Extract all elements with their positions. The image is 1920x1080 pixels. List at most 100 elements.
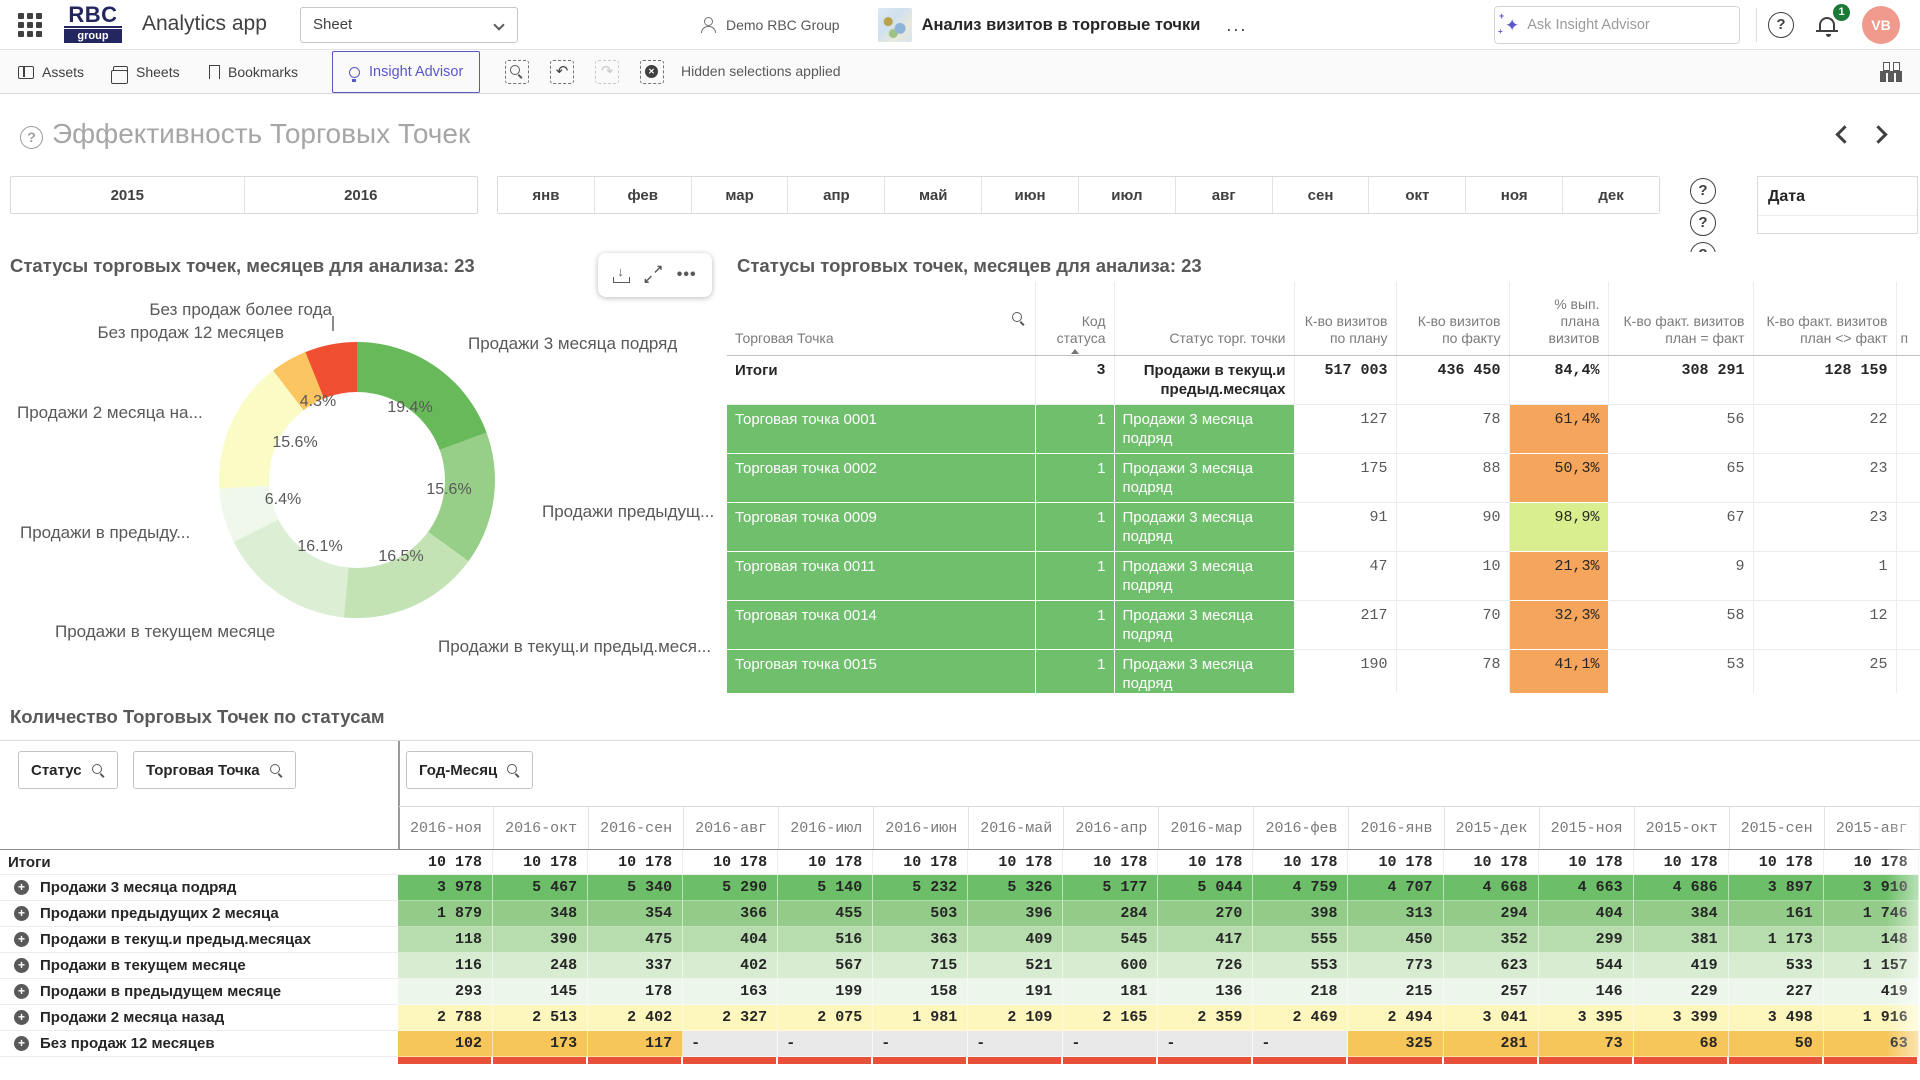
search-icon[interactable]	[507, 764, 520, 777]
table-cell-name[interactable]: Торговая точка 0002	[727, 453, 1035, 502]
expand-row-icon[interactable]: +	[14, 1036, 29, 1051]
table-cell-name[interactable]: Торговая точка 0015	[727, 649, 1035, 693]
pivot-row-label[interactable]: +Продажи 3 месяца подряд	[0, 875, 398, 901]
ask-insight-advisor-input[interactable]	[1527, 17, 1697, 33]
pivot-col-header-5[interactable]: 2016-июн	[874, 807, 969, 849]
pivot-col-header-9[interactable]: 2016-фев	[1254, 807, 1349, 849]
date-listbox[interactable]: Дата	[1757, 176, 1918, 234]
pivot-col-header-6[interactable]: 2016-май	[969, 807, 1064, 849]
sheet-help-icon[interactable]: ?	[20, 126, 43, 149]
pivot-row-label[interactable]: +Продажи в текущем месяце	[0, 953, 398, 979]
table-cell-code[interactable]: 1	[1035, 649, 1114, 693]
month-filter-8[interactable]: авг	[1176, 177, 1273, 213]
table-col-header-5[interactable]: % вып. плана визитов	[1509, 282, 1608, 355]
clear-selections-button[interactable]: ✕	[640, 60, 664, 84]
pivot-row-label[interactable]: +Продажи 2 месяца назад	[0, 1005, 398, 1031]
month-filter-7[interactable]: июл	[1079, 177, 1176, 213]
month-filter-10[interactable]: окт	[1369, 177, 1466, 213]
table-cell-status[interactable]: Продажи 3 месяца подряд	[1114, 502, 1294, 551]
month-filter-11[interactable]: ноя	[1466, 177, 1563, 213]
avatar[interactable]: VB	[1862, 6, 1900, 44]
app-grid-menu-icon[interactable]	[18, 13, 42, 37]
month-filter-4[interactable]: апр	[788, 177, 885, 213]
expand-icon[interactable]	[644, 266, 662, 284]
pivot-col-header-14[interactable]: 2015-сен	[1730, 807, 1825, 849]
pivot-col-header-4[interactable]: 2016-июл	[779, 807, 874, 849]
table-cell-name[interactable]: Торговая точка 0014	[727, 600, 1035, 649]
table-col-header-7[interactable]: К-во факт. визитов план <> факт	[1753, 282, 1896, 355]
space-label[interactable]: Demo RBC Group	[726, 17, 840, 33]
table-cell-name[interactable]: Торговая точка 0011	[727, 551, 1035, 600]
month-filter-9[interactable]: сен	[1273, 177, 1370, 213]
ask-insight-advisor-box[interactable]: ✦	[1494, 6, 1740, 44]
table-cell-status[interactable]: Продажи 3 месяца подряд	[1114, 649, 1294, 693]
month-filter-1[interactable]: янв	[498, 177, 595, 213]
sheet-grid-view-icon[interactable]	[1880, 62, 1902, 82]
filter-help-icon-2[interactable]: ?	[1690, 210, 1716, 236]
step-back-button[interactable]: ↶	[550, 60, 574, 84]
filter-help-icon-1[interactable]: ?	[1690, 178, 1716, 204]
month-filter-6[interactable]: июн	[982, 177, 1079, 213]
table-col-header-0[interactable]: Торговая Точка	[727, 282, 1035, 355]
month-filter-2[interactable]: фев	[595, 177, 692, 213]
expand-row-icon[interactable]: +	[14, 906, 29, 921]
table-col-header-8[interactable]: п	[1896, 282, 1920, 355]
expand-row-icon[interactable]: +	[14, 932, 29, 947]
table-col-header-3[interactable]: К-во визитов по плану	[1294, 282, 1396, 355]
next-sheet-button[interactable]	[1869, 125, 1887, 143]
table-col-header-6[interactable]: К-во факт. визитов план = факт	[1608, 282, 1753, 355]
pivot-dim-button-1[interactable]: Торговая Точка	[133, 751, 296, 789]
pivot-row-label[interactable]: +Продажи в текущ.и предыд.месяцах	[0, 927, 398, 953]
search-icon[interactable]	[1012, 312, 1025, 325]
pivot-col-header-11[interactable]: 2015-дек	[1445, 807, 1540, 849]
step-forward-button[interactable]: ↷	[595, 60, 619, 84]
expand-row-icon[interactable]: +	[14, 880, 29, 895]
month-filter-12[interactable]: дек	[1563, 177, 1659, 213]
table-cell-status[interactable]: Продажи 3 месяца подряд	[1114, 600, 1294, 649]
table-cell-status[interactable]: Продажи 3 месяца подряд	[1114, 453, 1294, 502]
table-cell-status[interactable]: Продажи 3 месяца подряд	[1114, 551, 1294, 600]
table-cell-code[interactable]: 1	[1035, 453, 1114, 502]
pivot-col-header-12[interactable]: 2015-ноя	[1540, 807, 1635, 849]
pivot-row-label[interactable]: +Без продаж 12 месяцев	[0, 1031, 398, 1057]
sheet-selector-dropdown[interactable]: Sheet	[300, 7, 518, 43]
sheets-button[interactable]: Sheets	[107, 51, 186, 93]
table-col-header-2[interactable]: Статус торг. точки	[1114, 282, 1294, 355]
notifications-bell-icon[interactable]: 1	[1816, 13, 1844, 39]
table-cell-code[interactable]: 1	[1035, 404, 1114, 453]
table-cell-code[interactable]: 1	[1035, 600, 1114, 649]
pivot-col-header-10[interactable]: 2016-янв	[1349, 807, 1444, 849]
expand-row-icon[interactable]: +	[14, 1010, 29, 1025]
table-col-header-4[interactable]: К-во визитов по факту	[1396, 282, 1509, 355]
bookmarks-button[interactable]: Bookmarks	[203, 51, 304, 93]
pivot-dim-button-0[interactable]: Статус	[18, 751, 118, 789]
more-options-icon[interactable]: •••	[677, 266, 697, 284]
pivot-col-button[interactable]: Год-Месяц	[406, 751, 533, 789]
pivot-col-header-8[interactable]: 2016-мар	[1159, 807, 1254, 849]
assets-button[interactable]: Assets	[12, 51, 90, 93]
expand-row-icon[interactable]: +	[14, 984, 29, 999]
previous-sheet-button[interactable]	[1835, 125, 1853, 143]
month-filter-5[interactable]: май	[885, 177, 982, 213]
insight-advisor-button[interactable]: Insight Advisor	[332, 51, 480, 93]
status-table[interactable]: Торговая ТочкаКод статусаСтатус торг. то…	[727, 282, 1920, 693]
document-more-button[interactable]: ...	[1226, 15, 1247, 36]
search-icon[interactable]	[92, 764, 105, 777]
pivot-col-header-3[interactable]: 2016-авг	[684, 807, 779, 849]
search-icon[interactable]	[270, 764, 283, 777]
download-icon[interactable]	[613, 267, 629, 283]
month-filter-3[interactable]: мар	[692, 177, 789, 213]
year-filter-2015[interactable]: 2015	[11, 177, 245, 213]
pivot-col-header-7[interactable]: 2016-апр	[1064, 807, 1159, 849]
table-cell-code[interactable]: 1	[1035, 551, 1114, 600]
pivot-col-header-13[interactable]: 2015-окт	[1635, 807, 1730, 849]
pivot-col-header-2[interactable]: 2016-сен	[589, 807, 684, 849]
pivot-col-header-15[interactable]: 2015-авг	[1825, 807, 1920, 849]
pivot-row-label[interactable]: +Продажи в предыдущем месяце	[0, 979, 398, 1005]
pivot-row-label[interactable]: +Продажи предыдущих 2 месяца	[0, 901, 398, 927]
year-filter-2016[interactable]: 2016	[245, 177, 478, 213]
help-icon[interactable]: ?	[1768, 12, 1794, 38]
table-cell-name[interactable]: Торговая точка 0001	[727, 404, 1035, 453]
table-cell-code[interactable]: 1	[1035, 502, 1114, 551]
pivot-col-header-1[interactable]: 2016-окт	[494, 807, 589, 849]
